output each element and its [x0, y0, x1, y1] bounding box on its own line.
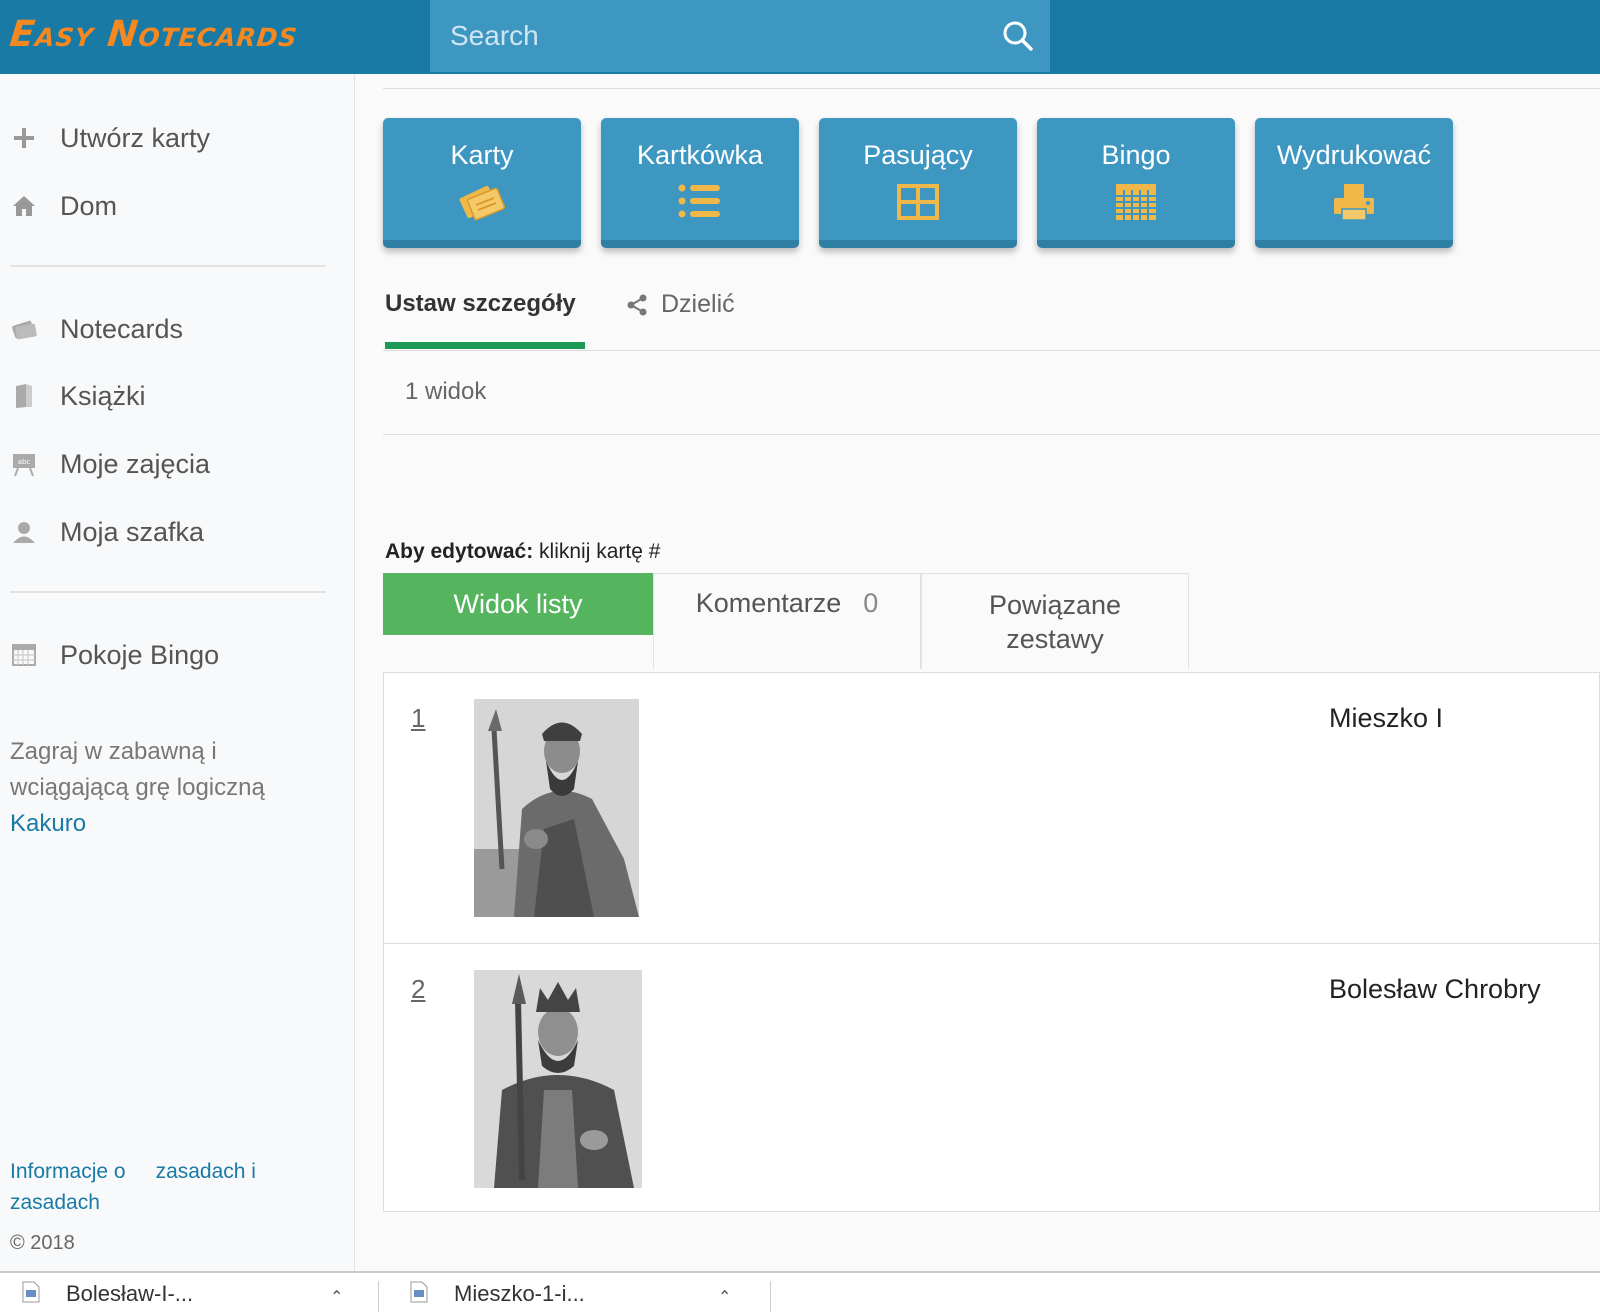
search-input[interactable]: [430, 0, 990, 72]
downloads-bar: Bolesław-I-... ⌃ Mieszko-1-i... ⌃: [0, 1271, 1600, 1312]
tab-comments-label: Komentarze: [695, 588, 842, 618]
download-item-label: Mieszko-1-i...: [454, 1281, 585, 1306]
mode-button-bingo[interactable]: Bingo: [1037, 118, 1235, 248]
tab-share[interactable]: Dzielić: [625, 290, 735, 319]
card-number-link[interactable]: 2: [411, 974, 425, 1005]
file-icon: [22, 1281, 40, 1303]
tab-share-label: Dzielić: [661, 290, 735, 318]
chevron-up-icon[interactable]: ⌃: [718, 1287, 731, 1307]
search-bar: [430, 0, 1050, 72]
tabs-divider: [383, 350, 1600, 351]
home-icon: [10, 192, 38, 220]
kakuro-link[interactable]: Kakuro: [10, 810, 86, 837]
plus-icon: [10, 124, 38, 152]
sidebar-item-label: Dom: [60, 190, 118, 221]
file-icon: [410, 1281, 428, 1303]
edit-hint-text: kliknij kartę #: [533, 540, 661, 563]
card-number-link[interactable]: 1: [411, 703, 425, 734]
mode-button-label: Kartkówka: [636, 140, 764, 170]
comments-count: 0: [863, 588, 879, 618]
notecards-icon: [10, 315, 38, 343]
sidebar-item-label: Moje zajęcia: [60, 448, 211, 479]
sidebar-item-label: Moja szafka: [60, 516, 205, 547]
footer-link-rules[interactable]: zasadach i: [156, 1160, 256, 1183]
sidebar-item-bingo-rooms[interactable]: Pokoje Bingo: [10, 635, 219, 675]
download-separator: [378, 1281, 379, 1312]
tab-list-view[interactable]: Widok listy: [383, 573, 653, 635]
promo-text: Zagraj w zabawną i wciągającą grę logicz…: [10, 738, 265, 801]
match-grid-icon: [897, 184, 939, 220]
share-icon: [627, 294, 647, 315]
sidebar: Utwórz karty Dom Notecards Książki abc M…: [0, 74, 355, 1271]
sidebar-divider: [10, 265, 326, 267]
sidebar-divider: [10, 591, 326, 593]
mode-button-label: Bingo: [1101, 140, 1171, 170]
svg-text:abc: abc: [18, 458, 31, 466]
mode-button-print[interactable]: Wydrukować: [1255, 118, 1453, 248]
user-icon: [10, 518, 38, 546]
tab-set-details[interactable]: Ustaw szczegóły: [385, 290, 576, 318]
card-answer: Mieszko I: [1329, 703, 1444, 733]
calendar-grid-icon: [10, 641, 38, 669]
copyright: © 2018: [10, 1232, 75, 1254]
sidebar-item-label: Książki: [60, 380, 146, 411]
tab-related-sets[interactable]: Powiązane zestawy: [921, 573, 1189, 669]
book-icon: [10, 382, 38, 410]
main-content: Karty Kartkówka Pasujący Bingo Wydrukowa…: [355, 74, 1600, 1271]
edit-hint-label: Aby edytować:: [385, 540, 534, 563]
sidebar-item-notecards[interactable]: Notecards: [10, 309, 183, 349]
sidebar-item-label: Pokoje Bingo: [60, 639, 220, 670]
cards-list: 1 Mieszko I 2 Bolesław Chrobry: [383, 672, 1600, 1212]
mode-button-matching[interactable]: Pasujący: [819, 118, 1017, 248]
views-divider: [383, 434, 1600, 435]
mode-button-label: Karty: [450, 140, 514, 170]
mode-button-label: Wydrukować: [1276, 140, 1432, 170]
bingo-grid-icon: [1116, 184, 1156, 220]
footer-link-about[interactable]: Informacje o: [10, 1160, 126, 1183]
top-divider: [383, 88, 1600, 89]
sidebar-item-home[interactable]: Dom: [10, 186, 117, 226]
card-answer: Bolesław Chrobry: [1329, 974, 1541, 1004]
list-icon: [678, 184, 720, 218]
view-count: 1 widok: [405, 378, 487, 405]
card-image-portrait: [474, 970, 642, 1188]
printer-icon: [1334, 184, 1374, 221]
kakuro-promo: Zagraj w zabawną i wciągającą grę logicz…: [10, 734, 330, 842]
cards-icon: [459, 185, 506, 221]
sidebar-item-my-locker[interactable]: Moja szafka: [10, 512, 204, 552]
chevron-up-icon[interactable]: ⌃: [330, 1287, 343, 1307]
download-item[interactable]: Bolesław-I-...: [22, 1281, 193, 1312]
sidebar-item-my-classes[interactable]: abc Moje zajęcia: [10, 444, 210, 484]
download-item[interactable]: Mieszko-1-i...: [410, 1281, 585, 1312]
mode-button-cards[interactable]: Karty: [383, 118, 581, 248]
active-tab-underline: [385, 342, 585, 349]
sidebar-item-create-cards[interactable]: Utwórz karty: [10, 118, 210, 158]
app-logo[interactable]: Easy Notecards: [8, 14, 300, 55]
mode-button-label: Pasujący: [863, 140, 973, 170]
download-item-label: Bolesław-I-...: [66, 1281, 194, 1306]
app-header: Easy Notecards: [0, 0, 1600, 74]
edit-hint: Aby edytować: kliknij kartę #: [385, 540, 660, 564]
tab-comments[interactable]: Komentarze 0: [653, 573, 921, 669]
sidebar-item-books[interactable]: Książki: [10, 376, 146, 416]
sidebar-item-label: Utwórz karty: [60, 122, 211, 153]
footer-links: Informacje o zasadach i zasadach: [10, 1156, 330, 1218]
classroom-icon: abc: [10, 450, 38, 478]
search-icon[interactable]: [1000, 18, 1036, 54]
download-separator: [770, 1281, 771, 1312]
sidebar-item-label: Notecards: [60, 313, 184, 344]
mode-button-quiz[interactable]: Kartkówka: [601, 118, 799, 248]
card-image-portrait: [474, 699, 639, 917]
tab-related-label: Powiązane zestawy: [988, 590, 1122, 654]
footer-link-policies[interactable]: zasadach: [10, 1191, 100, 1214]
card-row: 1 Mieszko I: [384, 673, 1600, 943]
card-row: 2 Bolesław Chrobry: [384, 943, 1600, 1213]
